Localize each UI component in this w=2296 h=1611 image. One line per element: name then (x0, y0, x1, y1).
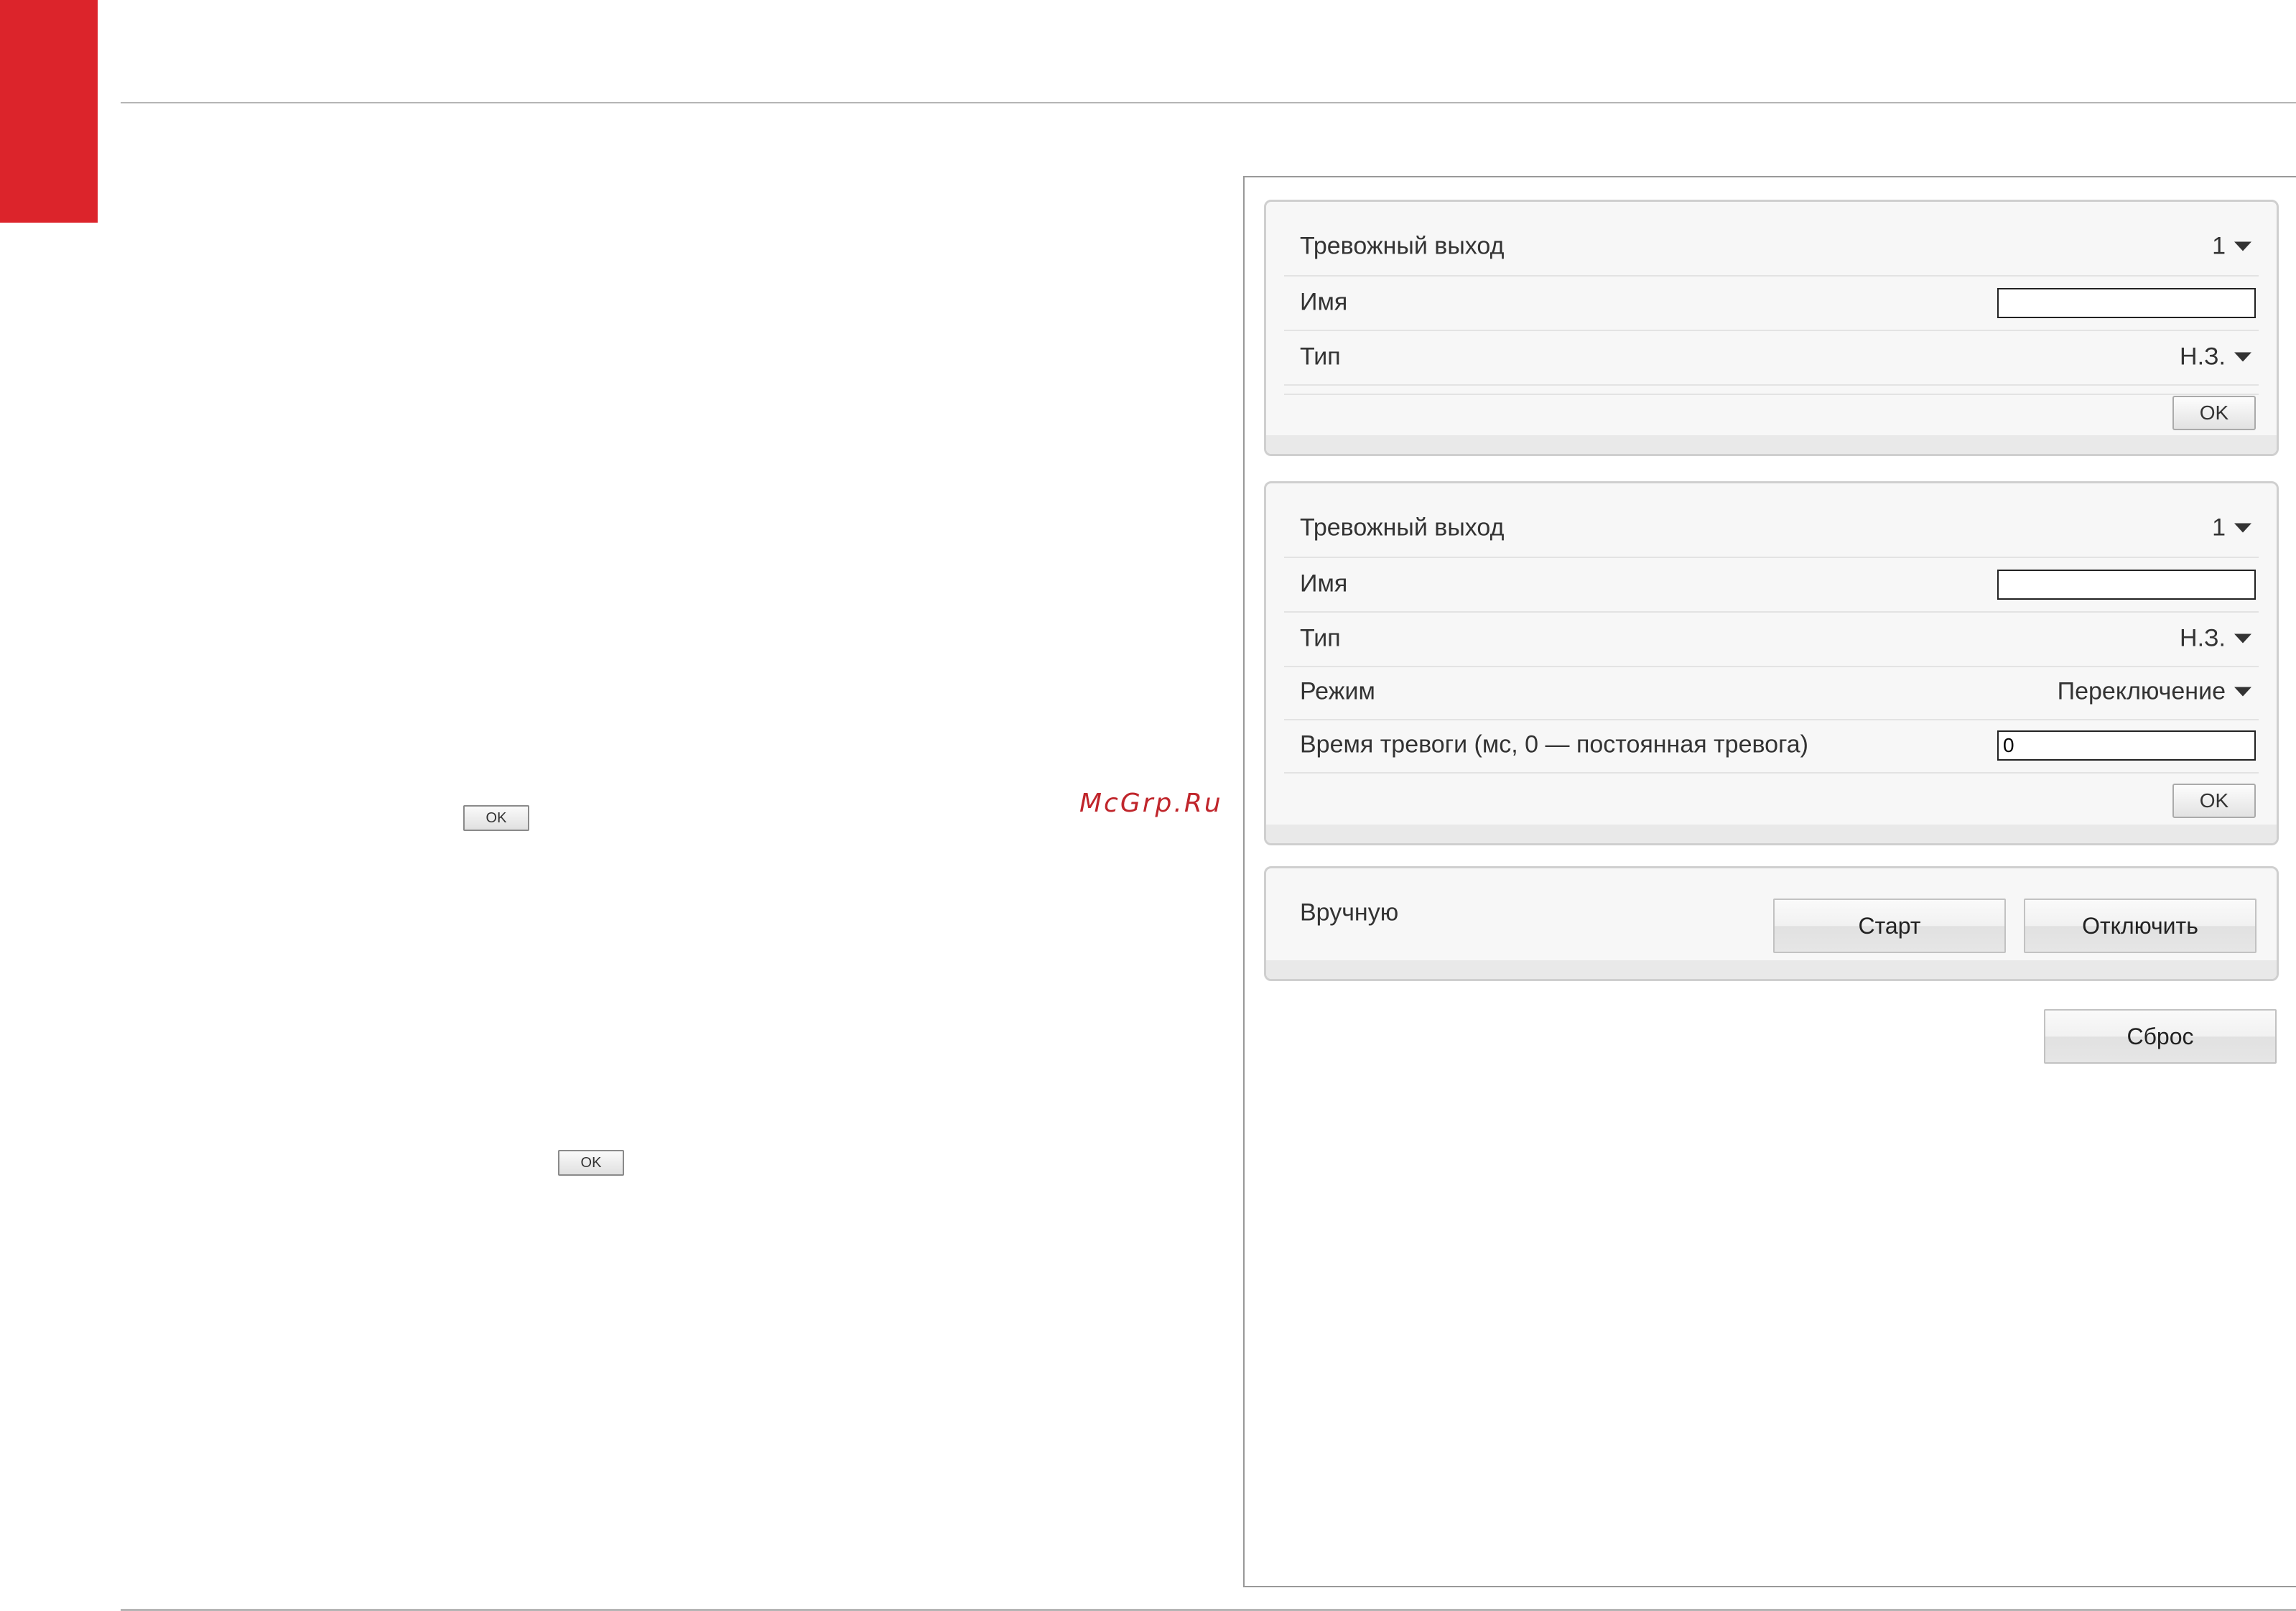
alarm-output-label: Тревожный выход (1300, 232, 1505, 260)
caret-down-icon (2234, 687, 2251, 697)
ok-row: OK (1284, 774, 2259, 827)
type-row: Тип Н.З. (1284, 331, 2259, 386)
panel-footer (1266, 435, 2277, 454)
panel-footer (1266, 825, 2277, 843)
mode-label: Режим (1300, 677, 1375, 705)
watermark: McGrp.Ru (1079, 789, 1223, 818)
type-select[interactable]: Н.З. (2180, 625, 2251, 653)
type-label: Тип (1300, 343, 1341, 371)
caret-down-icon (2234, 523, 2251, 533)
manual-control-panel: Вручную Старт Отключить (1264, 866, 2279, 981)
alarm-time-input[interactable] (1997, 730, 2256, 761)
type-row: Тип Н.З. (1284, 613, 2259, 667)
type-select[interactable]: Н.З. (2180, 343, 2251, 371)
type-value: Н.З. (2180, 343, 2226, 371)
name-row: Имя (1284, 558, 2259, 613)
name-label: Имя (1300, 570, 1348, 598)
alarm-time-label: Время тревоги (мс, 0 — постоянная тревог… (1300, 730, 1808, 758)
alarm-output-select[interactable]: 1 (2212, 514, 2251, 542)
start-button[interactable]: Старт (1773, 899, 2006, 953)
caret-down-icon (2234, 241, 2251, 251)
panel-footer (1266, 960, 2277, 979)
caret-down-icon (2234, 633, 2251, 644)
alarm-output-label: Тревожный выход (1300, 514, 1505, 542)
caret-down-icon (2234, 352, 2251, 362)
mode-row: Режим Переключение (1284, 666, 2259, 720)
name-input[interactable] (1997, 570, 2256, 600)
ok-button-small-1[interactable]: OK (463, 805, 529, 831)
alarm-output-row: Тревожный выход 1 (1284, 202, 2259, 277)
manual-label: Вручную (1300, 899, 1399, 927)
reset-button[interactable]: Сброс (2044, 1009, 2277, 1064)
alarm-output-row: Тревожный выход 1 (1284, 483, 2259, 558)
alarm-output-panel-1: Тревожный выход 1 Имя Тип Н.З. OK (1264, 200, 2279, 456)
disable-button[interactable]: Отключить (2024, 899, 2257, 953)
alarm-output-panel-2: Тревожный выход 1 Имя Тип Н.З. Режим Пер… (1264, 481, 2279, 845)
name-row: Имя (1284, 277, 2259, 331)
type-label: Тип (1300, 624, 1341, 652)
ok-button[interactable]: OK (2172, 784, 2256, 818)
mode-value: Переключение (2057, 677, 2226, 705)
ok-button[interactable]: OK (2172, 396, 2256, 430)
red-corner-tab (0, 0, 98, 223)
alarm-output-select[interactable]: 1 (2212, 233, 2251, 261)
name-input[interactable] (1997, 288, 2256, 318)
alarm-output-value: 1 (2212, 514, 2226, 542)
alarm-time-row: Время тревоги (мс, 0 — постоянная тревог… (1284, 719, 2259, 774)
name-label: Имя (1300, 288, 1348, 316)
header-divider (121, 102, 2296, 103)
ok-row: OK (1284, 386, 2259, 439)
alarm-output-value: 1 (2212, 232, 2226, 260)
type-value: Н.З. (2180, 624, 2226, 652)
ok-button-small-2[interactable]: OK (558, 1150, 624, 1176)
mode-select[interactable]: Переключение (2058, 678, 2251, 706)
